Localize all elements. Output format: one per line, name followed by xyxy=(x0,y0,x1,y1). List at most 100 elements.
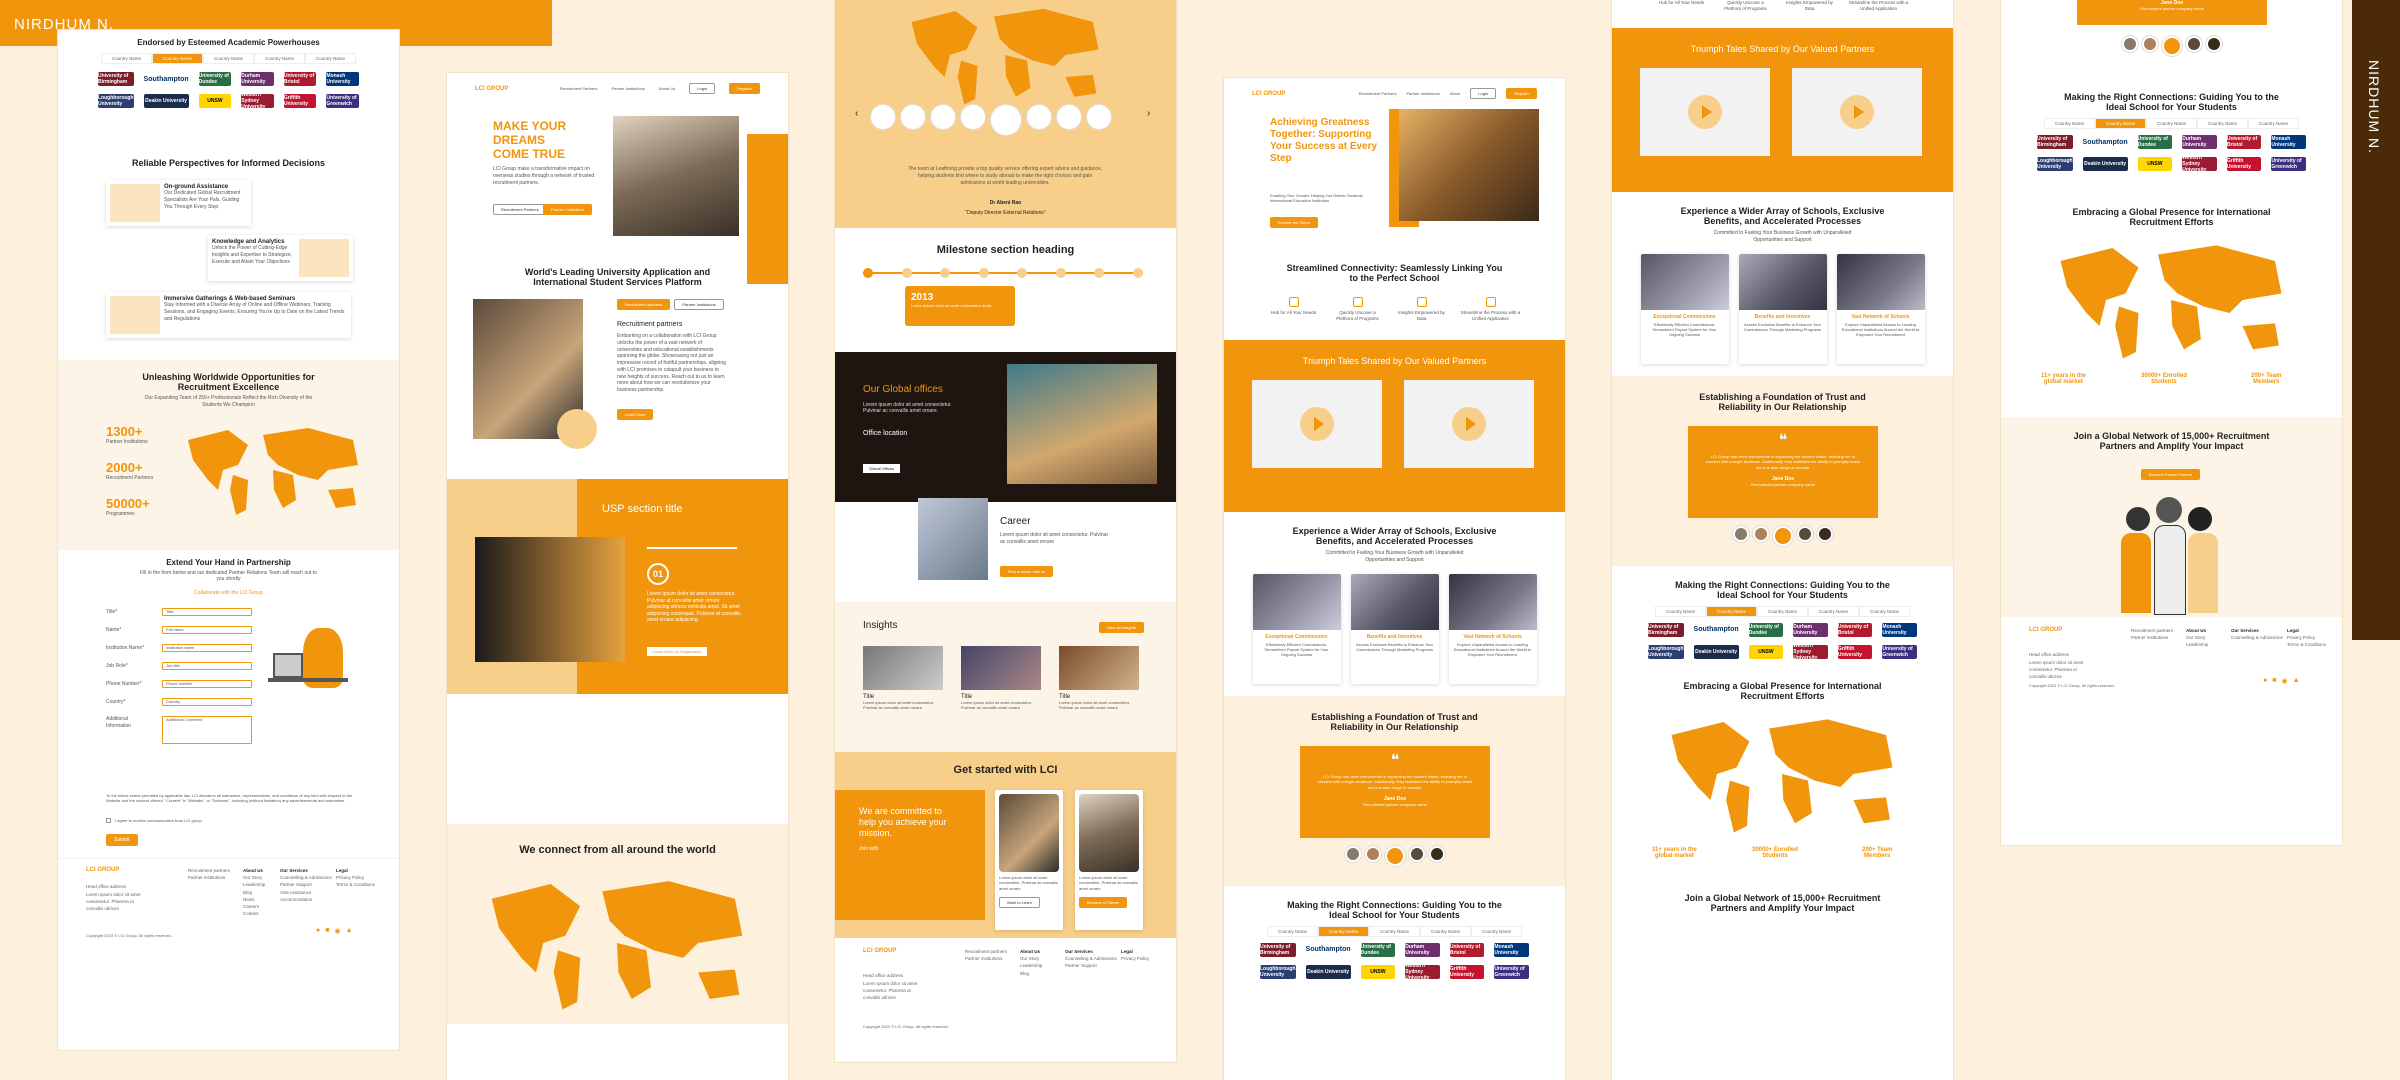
footer-link[interactable]: Leadership xyxy=(1020,962,1042,969)
tab-country[interactable]: Country Name xyxy=(1266,925,1318,937)
facebook-icon[interactable]: ● xyxy=(2263,677,2267,685)
avatar[interactable] xyxy=(1364,845,1381,862)
instagram-icon[interactable]: ◉ xyxy=(334,927,340,935)
tab-country[interactable]: Country Name xyxy=(1808,605,1860,617)
tab-country[interactable]: Country Name xyxy=(1471,925,1523,937)
footer-link[interactable]: Terms & Conditions xyxy=(2287,641,2326,648)
segment-institutions[interactable]: Partner Institutions xyxy=(674,299,724,310)
footer-link[interactable]: Privacy Policy xyxy=(1121,955,1149,962)
footer-link[interactable]: Partner Support xyxy=(1065,962,1117,969)
avatar[interactable] xyxy=(1796,525,1813,542)
partner-logo[interactable] xyxy=(931,105,955,129)
consent-checkbox[interactable] xyxy=(106,818,111,824)
twitter-icon[interactable]: ▲ xyxy=(2293,677,2300,685)
tab-country[interactable]: Country Name xyxy=(2094,118,2146,129)
footer-link[interactable]: Privacy Policy xyxy=(336,874,375,881)
tab-country[interactable]: Country Name xyxy=(2145,118,2197,129)
tab-country[interactable]: Country Name xyxy=(1420,925,1472,937)
started-card-button[interactable]: Want to Learn xyxy=(999,897,1040,909)
submit-button[interactable]: Submit xyxy=(106,834,138,846)
country-select[interactable]: Country xyxy=(162,698,252,706)
footer-link[interactable]: Leadership xyxy=(2186,641,2208,648)
testimonial-video[interactable] xyxy=(1792,68,1922,157)
footer-link[interactable]: News xyxy=(243,896,265,903)
tab-country[interactable]: Country Name xyxy=(305,53,357,64)
avatar[interactable] xyxy=(1428,845,1445,862)
footer-link[interactable]: Our Story xyxy=(2186,634,2208,641)
avatar[interactable] xyxy=(1816,525,1833,542)
started-link[interactable]: Join with xyxy=(859,846,961,852)
footer-link[interactable]: Accommodation xyxy=(280,896,332,903)
nav-link[interactable]: Partner Institutions xyxy=(1406,91,1439,96)
hero-institutions-button[interactable]: Partner Institutions xyxy=(543,204,593,215)
avatar[interactable] xyxy=(1752,525,1769,542)
tab-country[interactable]: Country Name xyxy=(2197,118,2249,129)
footer-link[interactable]: Blog xyxy=(1020,970,1042,977)
milestone-dot[interactable] xyxy=(1017,268,1028,278)
header-logo[interactable]: LCI GROUP xyxy=(475,86,508,92)
avatar[interactable] xyxy=(2205,36,2222,52)
usp-button[interactable]: Learn More on Registration xyxy=(647,647,708,656)
login-button[interactable]: Login xyxy=(1470,88,1497,99)
footer-link[interactable]: Careers xyxy=(243,903,265,910)
linkedin-icon[interactable]: ■ xyxy=(2272,677,2276,685)
twitter-icon[interactable]: ▲ xyxy=(346,927,353,935)
nav-link[interactable]: About xyxy=(1450,91,1460,96)
nav-link[interactable]: About Us xyxy=(659,86,675,91)
footer-link[interactable]: Counselling & Admissions xyxy=(1065,955,1117,962)
insight-card[interactable]: Title Lorem ipsum dolor sit amet consect… xyxy=(1059,646,1139,711)
register-button[interactable]: Register xyxy=(1506,88,1537,99)
avatar[interactable] xyxy=(1408,845,1425,862)
insight-card[interactable]: Title Lorem ipsum dolor sit amet consect… xyxy=(961,646,1041,711)
phone-field[interactable]: Phone number xyxy=(162,680,252,688)
milestone-dot[interactable] xyxy=(863,268,873,278)
partner-logo[interactable] xyxy=(1027,105,1051,129)
milestone-dot[interactable] xyxy=(940,268,951,278)
tab-country[interactable]: Country Name xyxy=(1705,605,1757,617)
footer-link[interactable]: Visa Assistance xyxy=(280,889,332,896)
avatar[interactable] xyxy=(2161,36,2182,56)
avatar[interactable] xyxy=(2185,36,2202,52)
avatar[interactable] xyxy=(1384,845,1405,866)
facebook-icon[interactable]: ● xyxy=(316,927,320,935)
global-offices-button[interactable]: Global Offices xyxy=(863,464,901,473)
partner-logo[interactable] xyxy=(1057,105,1081,129)
tab-country[interactable]: Country Name xyxy=(2043,118,2095,129)
header-logo[interactable]: LCI GROUP xyxy=(1252,91,1285,97)
insight-card[interactable]: Title Lorem ipsum dolor sit amet consect… xyxy=(863,646,943,711)
footer-link[interactable]: Contact xyxy=(243,910,265,917)
hero-button[interactable]: Explore the Steps xyxy=(1270,217,1318,228)
partner-logo[interactable] xyxy=(871,105,895,129)
nav-link[interactable]: Recruitment Partners xyxy=(560,86,598,91)
avatar[interactable] xyxy=(2141,36,2158,52)
footer-link[interactable]: Partner institutions xyxy=(188,874,230,881)
tab-country[interactable]: Country Name xyxy=(202,53,254,64)
milestone-dot[interactable] xyxy=(1055,268,1066,278)
footer-link[interactable]: Recruitment partners xyxy=(188,867,230,874)
partner-logo[interactable] xyxy=(961,105,985,129)
comment-field[interactable]: Additional Comment xyxy=(162,716,252,744)
partner-logo[interactable] xyxy=(901,105,925,129)
tab-country[interactable]: Country Name xyxy=(100,53,152,64)
instagram-icon[interactable]: ◉ xyxy=(2281,677,2287,685)
carousel-next-icon[interactable]: › xyxy=(1147,108,1150,119)
footer-link[interactable]: Recruitment partners xyxy=(965,948,1007,955)
carousel-prev-icon[interactable]: ‹ xyxy=(855,108,858,119)
insights-button[interactable]: View All Insights xyxy=(1099,622,1144,633)
hero-recruitment-button[interactable]: Recruitment Partners xyxy=(493,204,547,215)
footer-link[interactable]: Leadership xyxy=(243,881,265,888)
milestone-dot[interactable] xyxy=(978,268,989,278)
testimonial-video[interactable] xyxy=(1640,68,1770,157)
tab-country[interactable]: Country Name xyxy=(1859,605,1911,617)
nav-link[interactable]: Partner Institutions xyxy=(611,86,644,91)
tab-country[interactable]: Country Name xyxy=(1317,925,1369,937)
title-field[interactable]: Title xyxy=(162,608,252,616)
login-button[interactable]: Login xyxy=(689,83,716,94)
footer-link[interactable]: Blog xyxy=(243,889,265,896)
milestone-dot[interactable] xyxy=(1094,268,1105,278)
partner-logo[interactable] xyxy=(1087,105,1111,129)
footer-link[interactable]: Partner institutions xyxy=(2131,634,2173,641)
institution-field[interactable]: Institution name xyxy=(162,644,252,652)
footer-link[interactable]: Our Story xyxy=(1020,955,1042,962)
avatar[interactable] xyxy=(1772,525,1793,546)
